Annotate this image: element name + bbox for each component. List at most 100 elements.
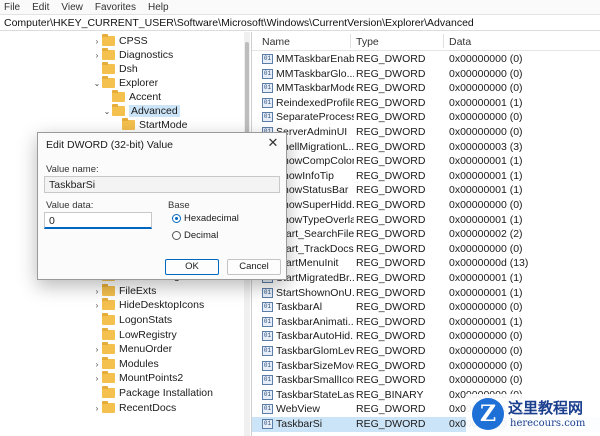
value-row[interactable]: 01ShowInfoTipREG_DWORD0x00000001 (1) [252,169,600,184]
folder-icon [102,284,115,296]
chevron-right-icon[interactable]: › [92,301,102,310]
value-row[interactable]: 01ShowSuperHidd...REG_DWORD0x00000000 (0… [252,198,600,213]
chevron-down-icon[interactable]: ⌄ [92,79,102,88]
value-data: 0x00000001 (1) [449,272,523,284]
menu-help[interactable]: Help [148,2,169,13]
chevron-right-icon[interactable]: › [92,287,102,296]
tree-item[interactable]: ⌄ Advanced [102,104,180,118]
tree-item[interactable]: LowRegistry [92,328,177,342]
tree-item[interactable]: › Diagnostics [92,48,173,62]
value-row[interactable]: 01ServerAdminUIREG_DWORD0x00000000 (0) [252,125,600,140]
folder-icon [112,90,125,102]
ok-button[interactable]: OK [165,259,219,275]
tree-item-label: RecentDocs [119,402,177,414]
watermark-logo-icon: Z [472,398,504,430]
value-type: REG_DWORD [356,257,426,270]
value-name: Start_TrackDocs [276,242,354,255]
value-row[interactable]: 01MMTaskbarEnab...REG_DWORD 0x00000000 (0… [252,52,600,67]
value-name: MMTaskbarMode [276,82,354,95]
tree-item-label: StartMode [139,119,188,131]
value-row[interactable]: 01 TaskbarAl REG_DWORD 0x00000000 (0) [252,300,600,315]
value-name: TaskbarGlomLevel [276,345,354,357]
chevron-right-icon[interactable]: › [92,51,102,60]
watermark-url: herecours.com [510,418,586,429]
value-name: ShowCompColor [276,155,354,168]
value-name: StartShownOnU... [276,286,354,299]
value-row[interactable]: 01Start_SearchFilesREG_DWORD0x00000002 (… [252,227,600,242]
value-row[interactable]: 01 MMTaskbarGlo... REG_DWORD 0x00000000 (0) [252,67,600,82]
reg-dword-icon: 01 [262,360,273,371]
value-row[interactable]: 01 MMTaskbarMode REG_DWORD 0x00000000 (0) [252,81,600,96]
tree-item[interactable]: › MountPoints2 [92,371,183,385]
tree-item[interactable]: › Modules [92,357,159,371]
folder-icon [102,298,115,310]
tree-item[interactable]: › HideDesktopIcons [92,298,204,312]
value-row[interactable]: 01ShowStatusBarREG_DWORD0x00000001 (1) [252,183,600,198]
menu-edit[interactable]: Edit [32,2,49,13]
address-path[interactable]: Computer\HKEY_CURRENT_USER\Software\Micr… [4,17,474,29]
edit-dword-dialog: Edit DWORD (32-bit) Value ✕ Value name: … [37,132,287,280]
column-name-header[interactable]: Name [262,36,290,48]
value-type: REG_DWORD [356,96,426,109]
tree-item[interactable]: LogonStats [92,313,172,327]
value-data: 0x00000000 (0) [449,330,523,343]
value-data: 0x00000000 (0) [449,53,523,65]
value-row[interactable]: 01StartMenuInitREG_DWORD0x0000000d (13) [252,256,600,271]
value-name: TaskbarStateLast... [276,388,354,401]
value-data-label: Value data: [46,200,94,211]
tree-item[interactable]: Accent [102,90,161,104]
chevron-right-icon[interactable]: › [92,374,102,383]
value-row[interactable]: 01 SeparateProcess REG_DWORD 0x00000000 (0) [252,110,600,125]
value-row[interactable]: 01ShowTypeOverlayREG_DWORD0x00000001 (1) [252,213,600,228]
value-name: WebView [276,403,320,416]
tree-item[interactable]: › RecentDocs [92,401,176,415]
folder-icon [112,104,125,116]
tree-item[interactable]: › FileExts [92,284,156,298]
value-data-input[interactable]: 0 [44,212,152,229]
chevron-down-icon[interactable]: ⌄ [102,107,112,116]
tree-item-label: Modules [119,358,159,370]
value-name: TaskbarSmallIcons [276,374,354,387]
value-row[interactable]: 01TaskbarSmallIconsREG_DWORD 0x00000000 (… [252,373,600,388]
menu-favorites[interactable]: Favorites [95,2,136,13]
value-name: StartMigratedBr... [276,272,354,284]
value-data: 0x00000001 (1) [449,96,523,109]
tree-item[interactable]: Package Installation [92,386,213,400]
chevron-right-icon[interactable]: › [92,404,102,413]
decimal-radio[interactable]: Decimal [172,230,218,241]
value-row[interactable]: 01ShellMigrationL...REG_DWORD0x00000003 … [252,140,600,155]
value-type: REG_DWORD [356,330,426,343]
value-row[interactable]: 01ShowCompColorREG_DWORD0x00000001 (1) [252,154,600,169]
tree-item[interactable]: › CPSS [92,34,148,48]
chevron-right-icon[interactable]: › [92,37,102,46]
folder-icon [102,313,115,325]
tree-item[interactable]: StartMode [112,118,187,132]
value-type: REG_DWORD [356,345,426,357]
values-header: Name Type Data [252,32,600,51]
column-data-header[interactable]: Data [449,36,471,48]
value-type: REG_DWORD [356,359,426,372]
tree-item[interactable]: › MenuOrder [92,342,172,356]
hexadecimal-radio[interactable]: Hexadecimal [172,213,239,224]
value-type: REG_DWORD [356,286,426,299]
value-row[interactable]: 01 TaskbarAutoHid... REG_DWORD 0x00000000 (… [252,329,600,344]
tree-item-label: MenuOrder [119,343,173,355]
value-row[interactable]: 01 TaskbarSizeMove REG_DWORD 0x00000000 (0) [252,359,600,374]
menu-file[interactable]: File [4,2,20,13]
value-row[interactable]: 01StartMigratedBr...REG_DWORD0x00000001 … [252,271,600,286]
address-bar[interactable]: Computer\HKEY_CURRENT_USER\Software\Micr… [0,14,600,31]
value-row[interactable]: 01Start_TrackDocsREG_DWORD0x00000000 (0) [252,242,600,257]
value-name: TaskbarSi [276,418,323,430]
tree-item[interactable]: Dsh [92,62,138,76]
menu-view[interactable]: View [61,2,83,13]
value-row[interactable]: 01 ReindexedProfile REG_DWORD 0x00000001 (1… [252,96,600,111]
chevron-right-icon[interactable]: › [92,345,102,354]
cancel-button[interactable]: Cancel [227,259,281,275]
chevron-right-icon[interactable]: › [92,360,102,369]
value-row[interactable]: 01TaskbarGlomLevelREG_DWORD 0x00000000 (0… [252,344,600,359]
tree-item[interactable]: ⌄ Explorer [92,76,158,90]
value-row[interactable]: 01 StartShownOnU... REG_DWORD 0x00000001 (1… [252,286,600,301]
value-row[interactable]: 01 TaskbarAnimati... REG_DWORD 0x00000001 (… [252,315,600,330]
column-type-header[interactable]: Type [356,36,379,48]
close-icon[interactable]: ✕ [264,135,282,151]
